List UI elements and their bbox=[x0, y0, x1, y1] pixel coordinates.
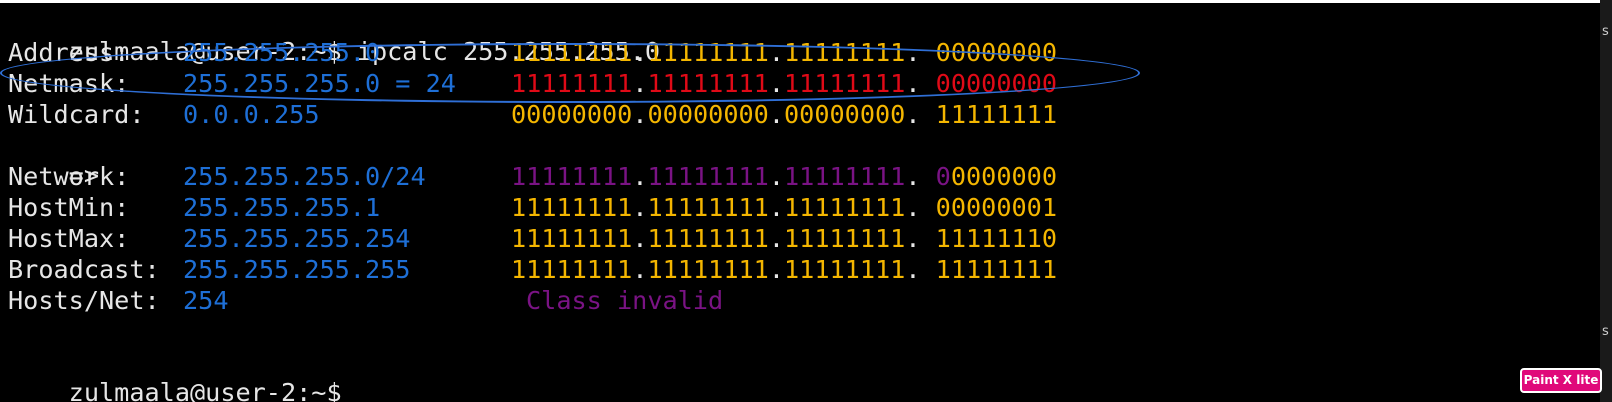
edge-fragment: s bbox=[1602, 324, 1609, 339]
row-binary: 11111111.11111111.11111111. 00000000 bbox=[511, 69, 1057, 98]
row-value: 0.0.0.255 bbox=[183, 100, 320, 129]
row-label: HostMax: bbox=[8, 224, 130, 253]
row-label: Hosts/Net: bbox=[8, 286, 160, 315]
row-broadcast: Broadcast: 255.255.255.255 11111111.1111… bbox=[8, 255, 1057, 285]
row-value: 255.255.255.254 bbox=[183, 224, 411, 253]
row-label: Wildcard: bbox=[8, 100, 145, 129]
row-address: Address: 255.255.255.0 11111111.11111111… bbox=[8, 38, 1057, 68]
row-value: 255.255.255.0 = 24 bbox=[183, 69, 456, 98]
class-text: Class invalid bbox=[526, 286, 724, 315]
row-hostsnet: Hosts/Net: 254 Class invalid bbox=[8, 286, 723, 316]
row-label: Address: bbox=[8, 38, 130, 67]
row-value: 255.255.255.255 bbox=[183, 255, 411, 284]
row-value: 255.255.255.1 bbox=[183, 193, 381, 222]
row-hostmin: HostMin: 255.255.255.1 11111111.11111111… bbox=[8, 193, 1057, 223]
row-binary: 00000000.00000000.00000000. 11111111 bbox=[511, 100, 1057, 129]
row-binary: 11111111.11111111.11111111. 00000000 bbox=[511, 38, 1057, 67]
row-hostmax: HostMax: 255.255.255.254 11111111.111111… bbox=[8, 224, 1057, 254]
row-value: 254 bbox=[183, 286, 229, 315]
command-line: zulmaala@user-2:~$ ipcalc 255.255.255.0 bbox=[8, 7, 660, 66]
paint-x-lite-badge[interactable]: Paint X lite bbox=[1520, 368, 1602, 393]
window-edge: s s bbox=[1600, 0, 1612, 402]
row-binary: 11111111.11111111.11111111. 11111111 bbox=[511, 255, 1057, 284]
final-prompt: zulmaala@user-2:~$ bbox=[68, 378, 357, 402]
row-network: Network: 255.255.255.0/24 11111111.11111… bbox=[8, 162, 1057, 192]
terminal-window[interactable]: zulmaala@user-2:~$ ipcalc 255.255.255.0 … bbox=[0, 3, 1600, 402]
row-value: 255.255.255.0 bbox=[183, 38, 381, 67]
row-label: Broadcast: bbox=[8, 255, 160, 284]
row-label: Netmask: bbox=[8, 69, 130, 98]
final-prompt-line[interactable]: zulmaala@user-2:~$ bbox=[8, 348, 374, 402]
edge-fragment: s bbox=[1602, 24, 1609, 39]
row-label: Network: bbox=[8, 162, 130, 191]
arrow-line: => bbox=[8, 131, 99, 190]
row-label: HostMin: bbox=[8, 193, 130, 222]
row-binary: 11111111.11111111.11111111. 00000001 bbox=[511, 193, 1057, 222]
row-netmask: Netmask: 255.255.255.0 = 24 11111111.111… bbox=[8, 69, 1057, 99]
row-wildcard: Wildcard: 0.0.0.255 00000000.00000000.00… bbox=[8, 100, 1057, 130]
row-binary: 11111111.11111111.11111111. 11111110 bbox=[511, 224, 1057, 253]
row-binary: 11111111.11111111.11111111. 00000000 bbox=[511, 162, 1057, 191]
row-value: 255.255.255.0/24 bbox=[183, 162, 426, 191]
